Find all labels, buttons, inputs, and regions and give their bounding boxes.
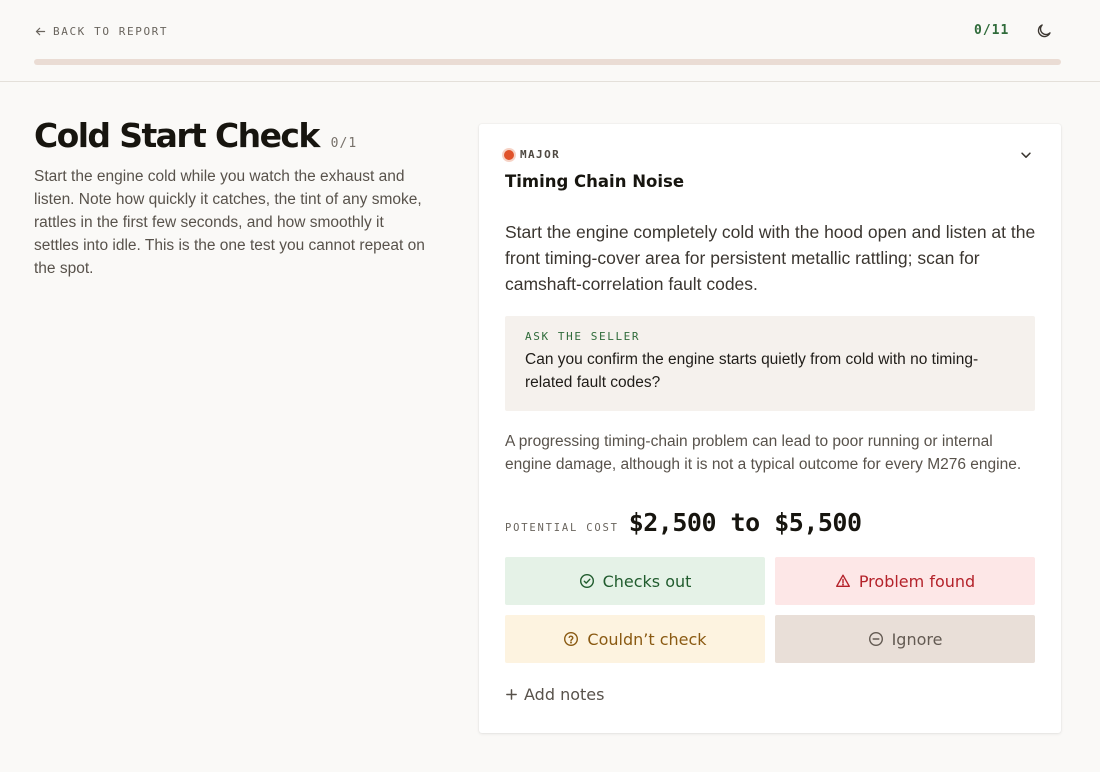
progress-bar xyxy=(34,59,1061,65)
moon-icon xyxy=(1037,24,1051,38)
section-title: Cold Start Check xyxy=(34,116,320,155)
ignore-label: Ignore xyxy=(891,629,943,649)
severity-badge: MAJOR xyxy=(504,148,560,161)
section-count: 0/1 xyxy=(330,136,358,151)
couldnt-check-button[interactable]: Couldn’t check xyxy=(505,615,765,663)
couldnt-check-label: Couldn’t check xyxy=(587,629,707,649)
issue-title: Timing Chain Noise xyxy=(505,172,685,191)
plus-icon xyxy=(506,688,517,700)
check-circle-icon xyxy=(579,573,594,589)
progress-counter: 0/11 xyxy=(974,23,1010,38)
potential-cost: POTENTIAL COST $2,500 to $5,500 xyxy=(505,508,862,537)
ask-the-seller-question: Can you confirm the engine starts quietl… xyxy=(525,351,979,391)
ask-the-seller-label: ASK THE SELLER xyxy=(525,330,641,343)
back-to-report-label: BACK TO REPORT xyxy=(53,24,169,38)
potential-cost-value: $2,500 to $5,500 xyxy=(628,508,862,537)
arrow-left-icon xyxy=(35,27,46,35)
action-buttons: Checks out Problem found Couldn’t check … xyxy=(505,557,1035,663)
severity-dot-icon xyxy=(504,149,514,160)
warning-triangle-icon xyxy=(835,574,850,587)
back-to-report-link[interactable]: BACK TO REPORT xyxy=(34,22,168,40)
question-circle-icon xyxy=(564,631,579,647)
collapse-button[interactable] xyxy=(1017,146,1035,164)
issue-card: MAJOR Timing Chain Noise Start the engin… xyxy=(479,124,1061,733)
severity-label: MAJOR xyxy=(520,148,561,161)
top-bar: BACK TO REPORT 0/11 xyxy=(0,0,1100,82)
issue-consequence: A progressing timing-chain problem can l… xyxy=(505,433,1022,473)
ignore-button[interactable]: Ignore xyxy=(775,615,1035,663)
problem-found-button[interactable]: Problem found xyxy=(775,557,1035,605)
issue-description: Start the engine completely cold with th… xyxy=(505,222,1036,294)
potential-cost-label: POTENTIAL COST xyxy=(505,522,619,534)
section-header: Cold Start Check 0/1 xyxy=(34,116,357,155)
minus-circle-icon xyxy=(868,631,883,647)
checks-out-label: Checks out xyxy=(602,571,692,591)
problem-found-label: Problem found xyxy=(858,571,976,591)
chevron-down-icon xyxy=(1021,152,1031,158)
section-description: Start the engine cold while you watch th… xyxy=(34,168,425,277)
add-notes-button[interactable]: Add notes xyxy=(505,682,604,706)
checks-out-button[interactable]: Checks out xyxy=(505,557,765,605)
theme-toggle-button[interactable] xyxy=(1032,19,1056,43)
ask-the-seller-box: ASK THE SELLER Can you confirm the engin… xyxy=(505,316,1035,411)
add-notes-label: Add notes xyxy=(524,684,605,704)
